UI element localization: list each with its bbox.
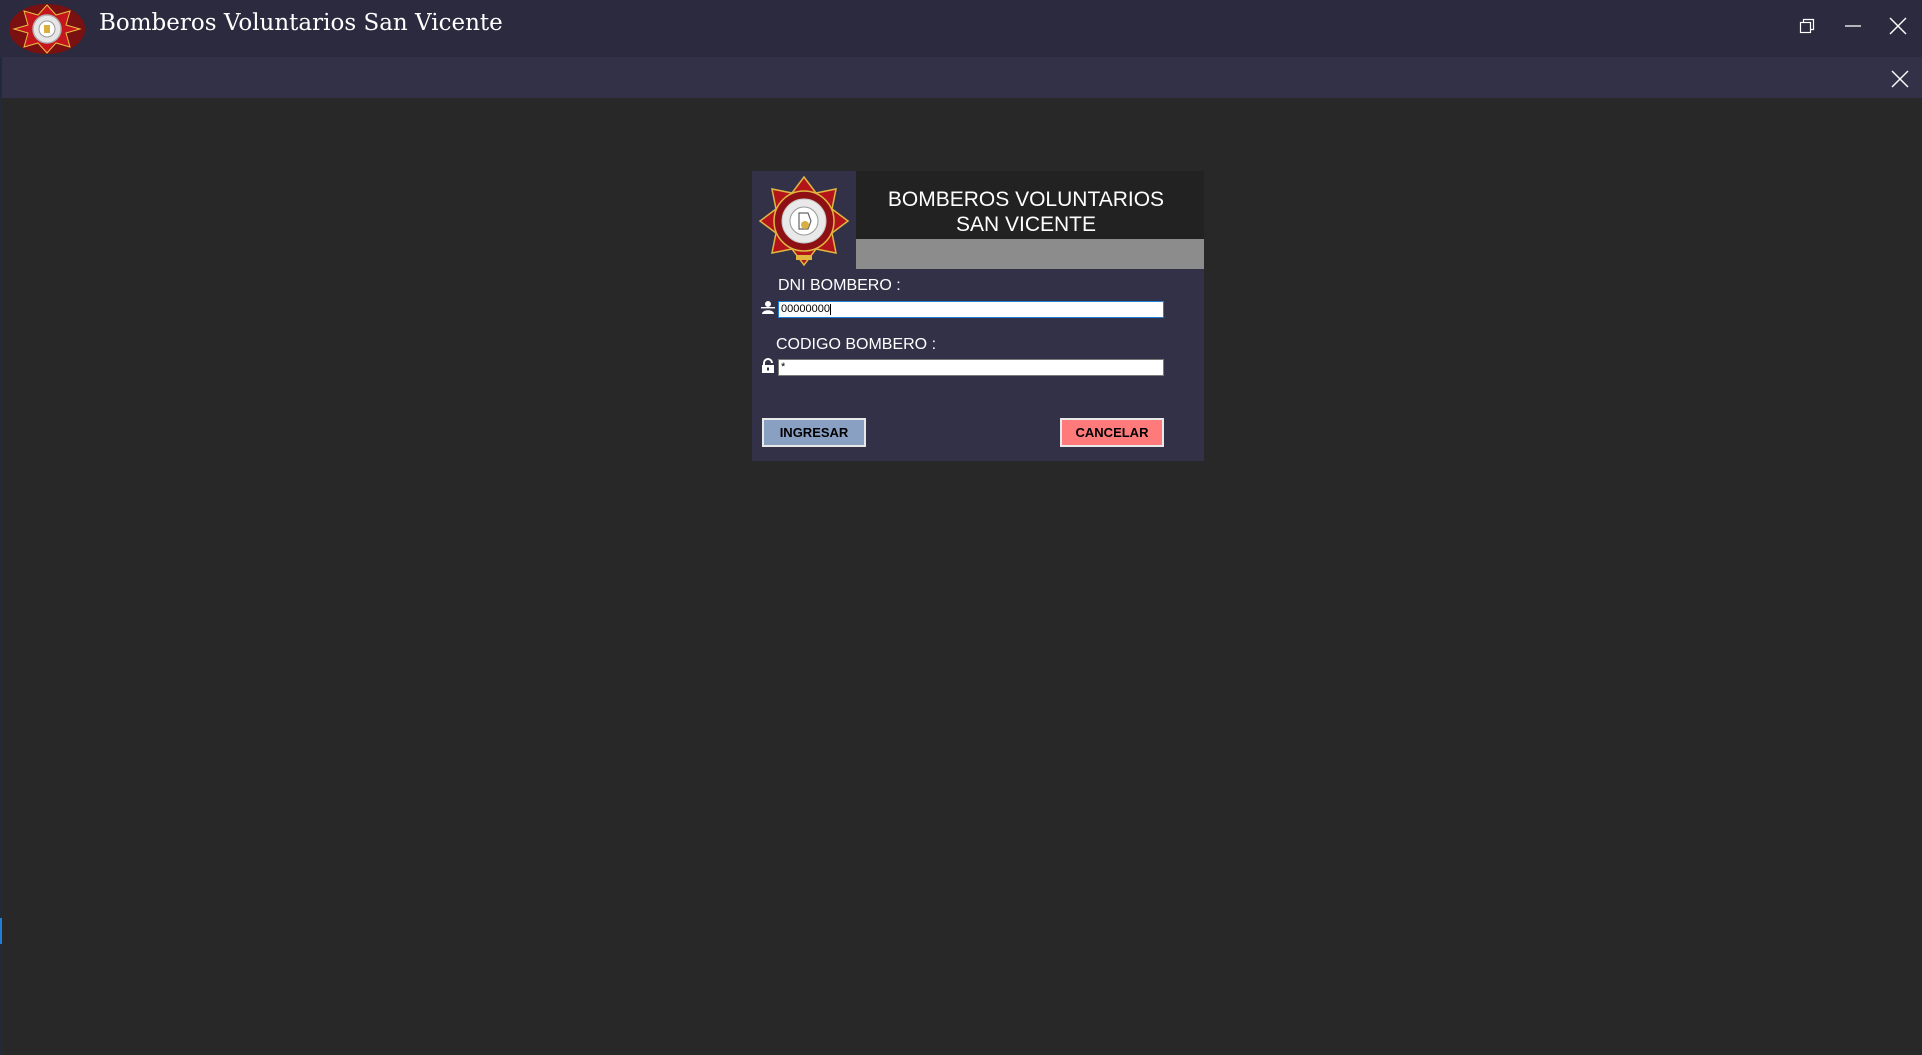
dni-input[interactable]: 00000000	[778, 301, 1164, 318]
login-title: BOMBEROS VOLUNTARIOS SAN VICENTE	[856, 187, 1196, 237]
minimize-button[interactable]	[1831, 8, 1875, 44]
restore-icon	[1799, 18, 1815, 34]
lock-icon	[762, 358, 774, 373]
login-dialog: BOMBEROS VOLUNTARIOS SAN VICENTE DNI BOM…	[752, 171, 1204, 461]
close-icon	[1889, 17, 1907, 35]
text-caret	[829, 303, 831, 315]
left-edge	[0, 57, 2, 1055]
dni-value: 00000000	[781, 303, 830, 315]
codigo-input[interactable]: *	[778, 359, 1164, 376]
window-title: Bomberos Voluntarios San Vicente	[99, 10, 503, 36]
app-window: Bomberos Voluntarios San Vicente BOMBERO…	[0, 0, 1922, 1055]
fire-department-badge-icon	[758, 175, 850, 267]
scroll-indicator	[0, 918, 2, 944]
codigo-label: CODIGO BOMBERO :	[776, 336, 937, 353]
secondary-bar	[0, 57, 1922, 98]
form-close-button[interactable]	[1886, 67, 1914, 91]
dni-label: DNI BOMBERO :	[778, 277, 901, 294]
header-strip	[856, 239, 1204, 269]
login-title-line-2: SAN VICENTE	[955, 213, 1097, 236]
header-block: BOMBEROS VOLUNTARIOS SAN VICENTE	[856, 171, 1204, 239]
close-icon	[1891, 70, 1909, 88]
user-icon	[761, 301, 775, 314]
title-bar: Bomberos Voluntarios San Vicente	[0, 0, 1922, 57]
minimize-icon	[1845, 25, 1861, 27]
cancelar-button[interactable]: CANCELAR	[1060, 418, 1164, 447]
close-button[interactable]	[1876, 8, 1920, 44]
login-title-line-1: BOMBEROS VOLUNTARIOS	[887, 188, 1165, 211]
ingresar-button[interactable]: INGRESAR	[762, 418, 866, 447]
fire-department-badge-icon	[9, 4, 85, 54]
restore-button[interactable]	[1785, 8, 1829, 44]
